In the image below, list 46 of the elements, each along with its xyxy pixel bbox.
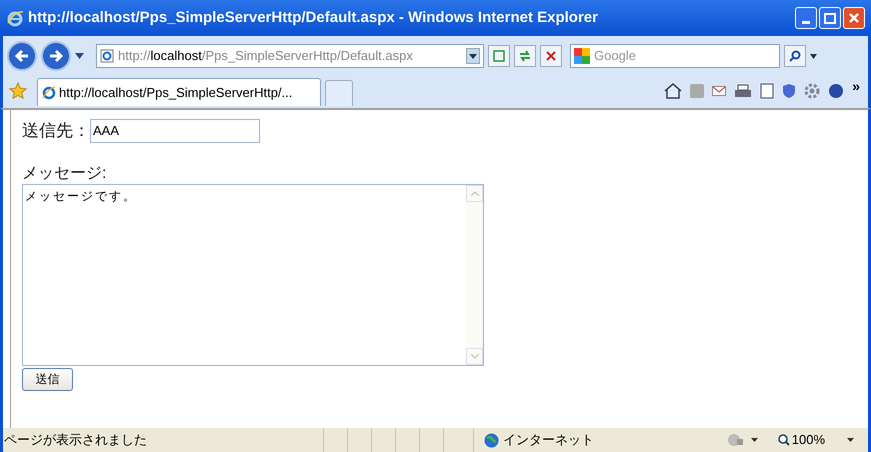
- dropdown-caret-icon[interactable]: [75, 53, 84, 59]
- back-button[interactable]: [7, 41, 37, 71]
- stop-icon: [546, 51, 556, 61]
- status-text: ページが表示されました: [3, 431, 148, 450]
- minimize-button[interactable]: [795, 7, 817, 29]
- dropdown-caret-icon[interactable]: [750, 438, 758, 442]
- favorites-star-icon[interactable]: [9, 82, 27, 100]
- stop-button[interactable]: [540, 45, 562, 67]
- toolbar-overflow[interactable]: »: [852, 76, 860, 96]
- forward-button[interactable]: [41, 41, 71, 71]
- search-bar[interactable]: Google: [570, 44, 780, 68]
- close-button[interactable]: [843, 7, 865, 29]
- maximize-icon: [824, 12, 836, 24]
- window-title: http://localhost/Pps_SimpleServerHttp/Default.aspx - Windows Internet Explorer: [28, 8, 598, 28]
- search-field[interactable]: Google: [594, 46, 776, 66]
- mail-icon[interactable]: [712, 86, 726, 96]
- browser-tab[interactable]: http://localhost/Pps_SimpleServerHttp/...: [37, 78, 321, 106]
- refresh-icon: [518, 50, 532, 62]
- address-field[interactable]: http://localhost/Pps_SimpleServerHttp/Default.aspx: [96, 44, 484, 68]
- send-button[interactable]: 送信: [22, 368, 73, 390]
- shield-icon[interactable]: [782, 83, 796, 99]
- recipient-label: 送信先：: [22, 120, 90, 142]
- back-arrow-icon: [14, 49, 30, 63]
- settings-icon[interactable]: [804, 83, 820, 99]
- minimize-icon: [802, 21, 810, 24]
- search-provider-icon: [574, 48, 590, 64]
- maximize-button[interactable]: [819, 7, 841, 29]
- security-zone: インターネット: [503, 431, 594, 450]
- dropdown-caret-icon[interactable]: [469, 54, 477, 58]
- message-field[interactable]: メッセージです。: [22, 184, 484, 366]
- compatibility-button[interactable]: [488, 45, 510, 67]
- dropdown-caret-icon[interactable]: [810, 54, 817, 58]
- message-label: メッセージ:: [22, 164, 108, 184]
- zoom-level[interactable]: 100%: [792, 430, 825, 450]
- search-button[interactable]: [784, 45, 806, 67]
- browser-logo-icon: [6, 9, 24, 27]
- forward-arrow-icon: [48, 49, 64, 63]
- printer-icon[interactable]: [734, 84, 752, 98]
- refresh-button[interactable]: [514, 45, 536, 67]
- search-icon: [789, 50, 801, 62]
- zoom-icon[interactable]: [778, 434, 790, 446]
- close-icon: [848, 12, 860, 24]
- recipient-field[interactable]: AAA: [90, 118, 260, 143]
- globe-icon: [484, 432, 499, 448]
- home-icon[interactable]: [664, 83, 682, 99]
- dropdown-caret-icon[interactable]: [847, 438, 854, 442]
